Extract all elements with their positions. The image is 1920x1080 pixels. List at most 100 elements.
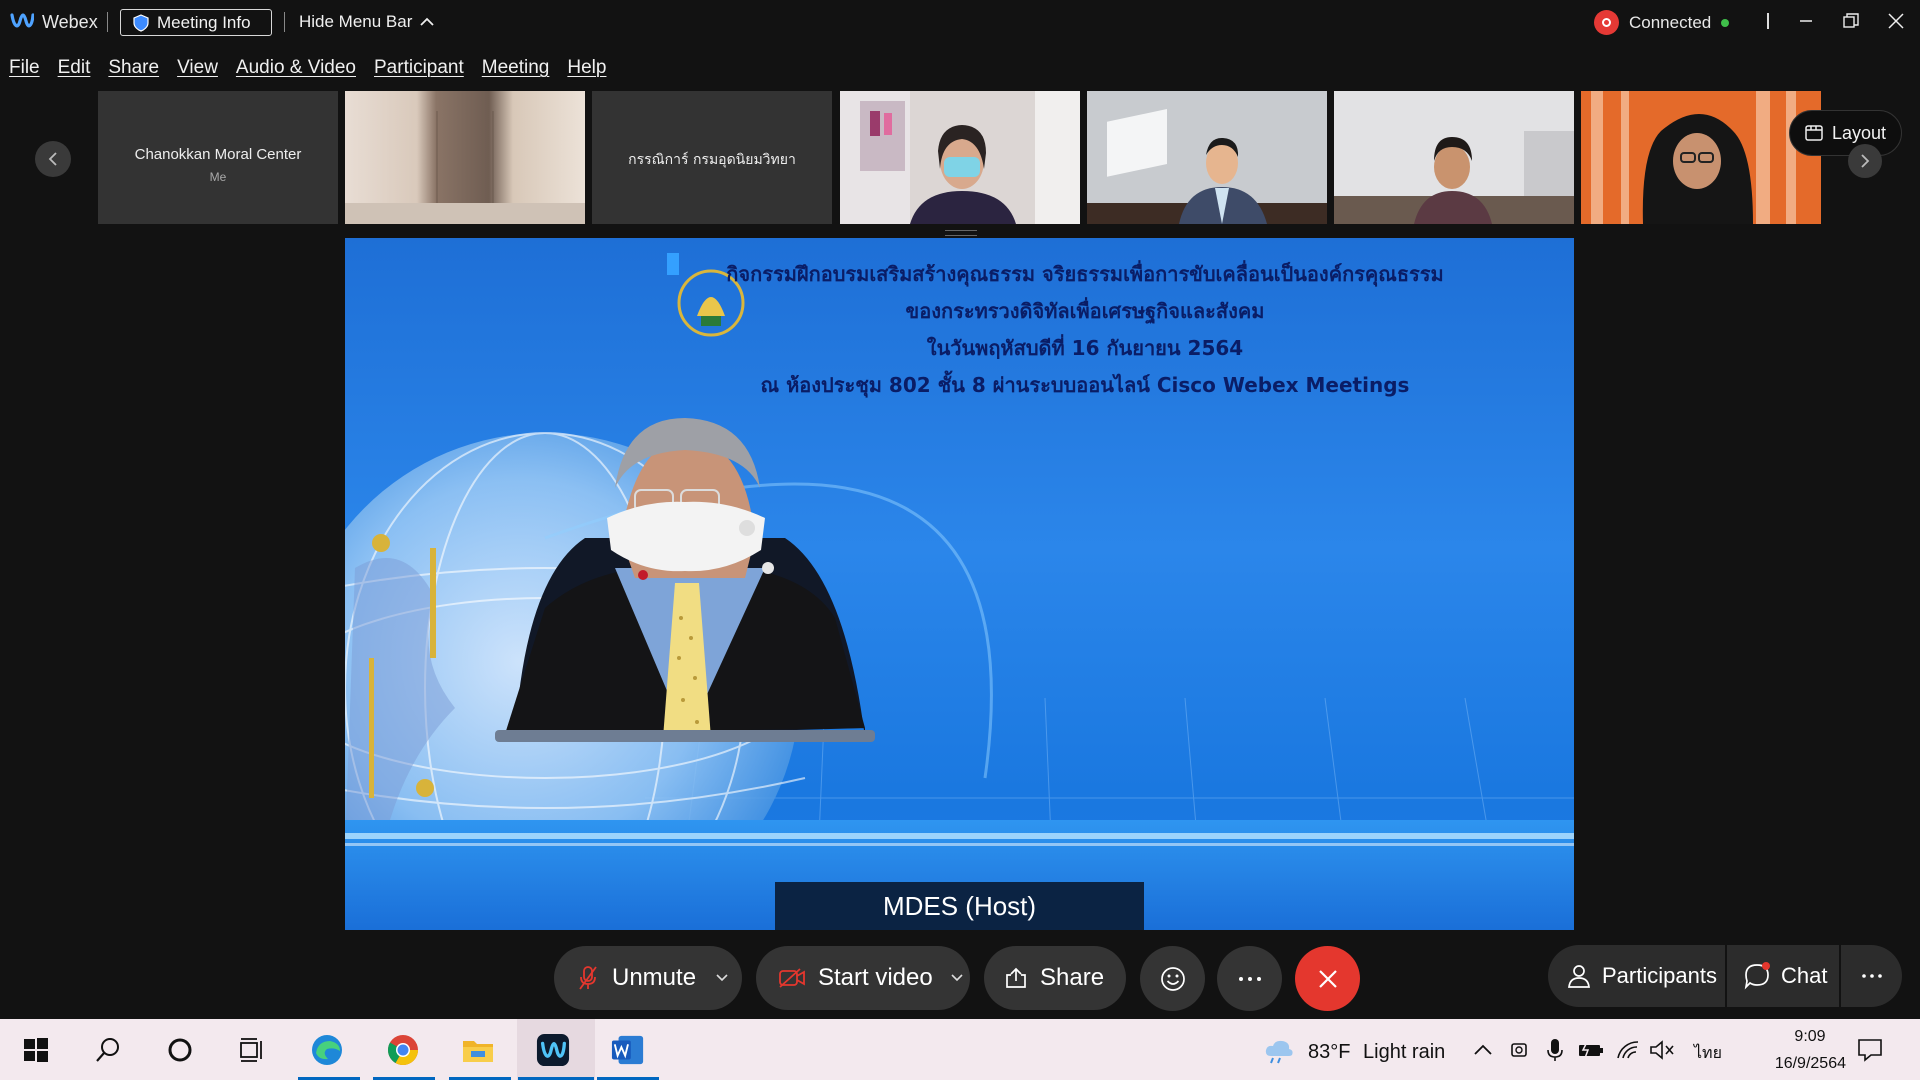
taskbar-file-explorer[interactable] bbox=[461, 1033, 495, 1067]
close-icon bbox=[1318, 969, 1337, 988]
notification-icon bbox=[1858, 1039, 1882, 1062]
chevron-down-icon[interactable] bbox=[951, 974, 963, 982]
menu-file[interactable]: File bbox=[0, 52, 49, 82]
weather-description: Light rain bbox=[1363, 1041, 1446, 1063]
unmute-label: Unmute bbox=[612, 964, 697, 991]
slide-line: ณ ห้องประชุม 802 ชั้น 8 ผ่านระบบออนไลน์ … bbox=[760, 373, 1410, 397]
menu-edit[interactable]: Edit bbox=[49, 52, 100, 82]
participant-icon bbox=[1568, 965, 1590, 988]
volume-muted-icon bbox=[1650, 1040, 1674, 1060]
slide-line: ของกระทรวงดิจิทัลเพื่อเศรษฐกิจและสังคม bbox=[905, 299, 1265, 323]
recording-icon bbox=[1594, 10, 1619, 35]
start-video-label: Start video bbox=[818, 964, 933, 991]
camera-icon bbox=[1511, 1043, 1527, 1057]
word-app-icon bbox=[611, 1035, 644, 1065]
chevron-right-icon bbox=[1861, 154, 1870, 168]
filmstrip-prev-button[interactable] bbox=[35, 141, 71, 177]
restore-button[interactable] bbox=[1837, 8, 1865, 34]
participant-tile-video[interactable] bbox=[840, 91, 1080, 224]
connection-status[interactable]: Connected bbox=[1594, 10, 1730, 35]
video-feed-image bbox=[1581, 91, 1821, 224]
tray-camera[interactable] bbox=[1503, 1033, 1537, 1067]
chevron-down-icon[interactable] bbox=[716, 974, 728, 982]
layout-button[interactable]: Layout bbox=[1789, 110, 1902, 156]
more-options-button[interactable] bbox=[1217, 946, 1282, 1011]
end-call-button[interactable] bbox=[1295, 946, 1360, 1011]
menu-share[interactable]: Share bbox=[99, 52, 168, 82]
clock-date[interactable]: 16/9/2564 bbox=[1746, 1055, 1846, 1073]
hide-menu-bar-button[interactable]: Hide Menu Bar bbox=[299, 12, 435, 32]
participant-tile-video[interactable] bbox=[1581, 91, 1821, 224]
slide-title: กิจกรรมฝึกอบรมเสริมสร้างคุณธรรม จริยธรรม… bbox=[595, 256, 1574, 404]
task-view-icon bbox=[240, 1038, 262, 1062]
input-language[interactable]: ไทย bbox=[1694, 1041, 1722, 1066]
smiley-icon bbox=[1160, 966, 1185, 991]
menu-view[interactable]: View bbox=[168, 52, 227, 82]
unmute-button[interactable]: Unmute bbox=[554, 946, 742, 1010]
video-off-icon bbox=[779, 968, 805, 988]
meeting-info-button[interactable]: Meeting Info bbox=[120, 9, 272, 36]
cortana-icon bbox=[168, 1038, 192, 1062]
tray-battery[interactable] bbox=[1574, 1033, 1608, 1067]
menu-audio-video[interactable]: Audio & Video bbox=[227, 52, 365, 82]
taskbar-word[interactable] bbox=[611, 1033, 645, 1067]
microphone-icon bbox=[1547, 1039, 1563, 1061]
cortana-button[interactable] bbox=[163, 1033, 197, 1067]
connection-status-label: Connected bbox=[1629, 12, 1712, 32]
participants-button[interactable]: Participants bbox=[1548, 945, 1725, 1007]
taskbar-edge[interactable] bbox=[310, 1033, 344, 1067]
share-button[interactable]: Share bbox=[984, 946, 1126, 1010]
participant-subtitle: Me bbox=[209, 170, 227, 184]
restore-icon bbox=[1843, 13, 1859, 28]
weather-widget[interactable] bbox=[1262, 1033, 1296, 1067]
participant-tile-self[interactable]: Chanokkan Moral Center Me bbox=[98, 91, 338, 224]
more-icon bbox=[1861, 974, 1882, 978]
clock-time[interactable]: 9:09 bbox=[1770, 1028, 1850, 1046]
chat-label: Chat bbox=[1781, 963, 1828, 988]
search-icon bbox=[96, 1038, 119, 1062]
close-icon bbox=[1888, 13, 1904, 29]
slide-line: ในวันพฤหัสบดีที่ 16 กันยายน 2564 bbox=[926, 336, 1244, 360]
participant-name: Chanokkan Moral Center bbox=[134, 146, 302, 163]
rain-cloud-icon bbox=[1265, 1040, 1293, 1064]
more-panels-button[interactable] bbox=[1841, 945, 1902, 1007]
video-feed-image bbox=[1334, 91, 1574, 224]
chat-button[interactable]: Chat bbox=[1727, 945, 1839, 1007]
task-view-button[interactable] bbox=[235, 1033, 269, 1067]
active-speaker-video[interactable]: กิจกรรมฝึกอบรมเสริมสร้างคุณธรรม จริยธรรม… bbox=[345, 238, 1574, 930]
participant-tile-video[interactable] bbox=[1334, 91, 1574, 224]
menu-help[interactable]: Help bbox=[558, 52, 615, 82]
meeting-info-label: Meeting Info bbox=[157, 12, 251, 32]
chevron-up-icon bbox=[420, 17, 435, 26]
tray-volume[interactable] bbox=[1645, 1033, 1679, 1067]
search-button[interactable] bbox=[91, 1033, 125, 1067]
close-window-button[interactable] bbox=[1882, 8, 1910, 34]
folder-icon bbox=[463, 1041, 493, 1062]
show-hidden-icons-button[interactable] bbox=[1466, 1033, 1500, 1067]
taskbar-webex[interactable] bbox=[536, 1033, 570, 1067]
participant-tile-video[interactable] bbox=[345, 91, 585, 224]
tray-wifi[interactable] bbox=[1611, 1033, 1645, 1067]
reactions-button[interactable] bbox=[1140, 946, 1205, 1011]
participant-tile-video[interactable] bbox=[1087, 91, 1327, 224]
video-feed-image bbox=[840, 91, 1080, 224]
filmstrip-next-button[interactable] bbox=[1848, 144, 1882, 178]
webex-logo-icon bbox=[10, 13, 34, 28]
tray-microphone[interactable] bbox=[1538, 1033, 1572, 1067]
menu-participant[interactable]: Participant bbox=[365, 52, 473, 82]
windows-logo-icon bbox=[24, 1038, 48, 1062]
webex-app-icon bbox=[536, 1033, 570, 1067]
edge-browser-icon bbox=[312, 1035, 342, 1065]
participant-tile-kannika[interactable]: กรรณิการ์ กรมอุดนิยมวิทยา bbox=[592, 91, 832, 224]
title-divider bbox=[284, 12, 285, 32]
taskbar-chrome[interactable] bbox=[386, 1033, 420, 1067]
filmstrip-resize-handle[interactable] bbox=[945, 230, 977, 236]
notification-center-button[interactable] bbox=[1853, 1033, 1887, 1067]
start-button[interactable] bbox=[19, 1033, 53, 1067]
menu-meeting[interactable]: Meeting bbox=[473, 52, 559, 82]
layout-icon bbox=[1805, 125, 1823, 141]
host-name-label: MDES (Host) bbox=[775, 882, 1144, 930]
start-video-button[interactable]: Start video bbox=[756, 946, 970, 1010]
chevron-up-icon bbox=[1474, 1044, 1492, 1055]
minimize-button[interactable] bbox=[1792, 8, 1820, 34]
